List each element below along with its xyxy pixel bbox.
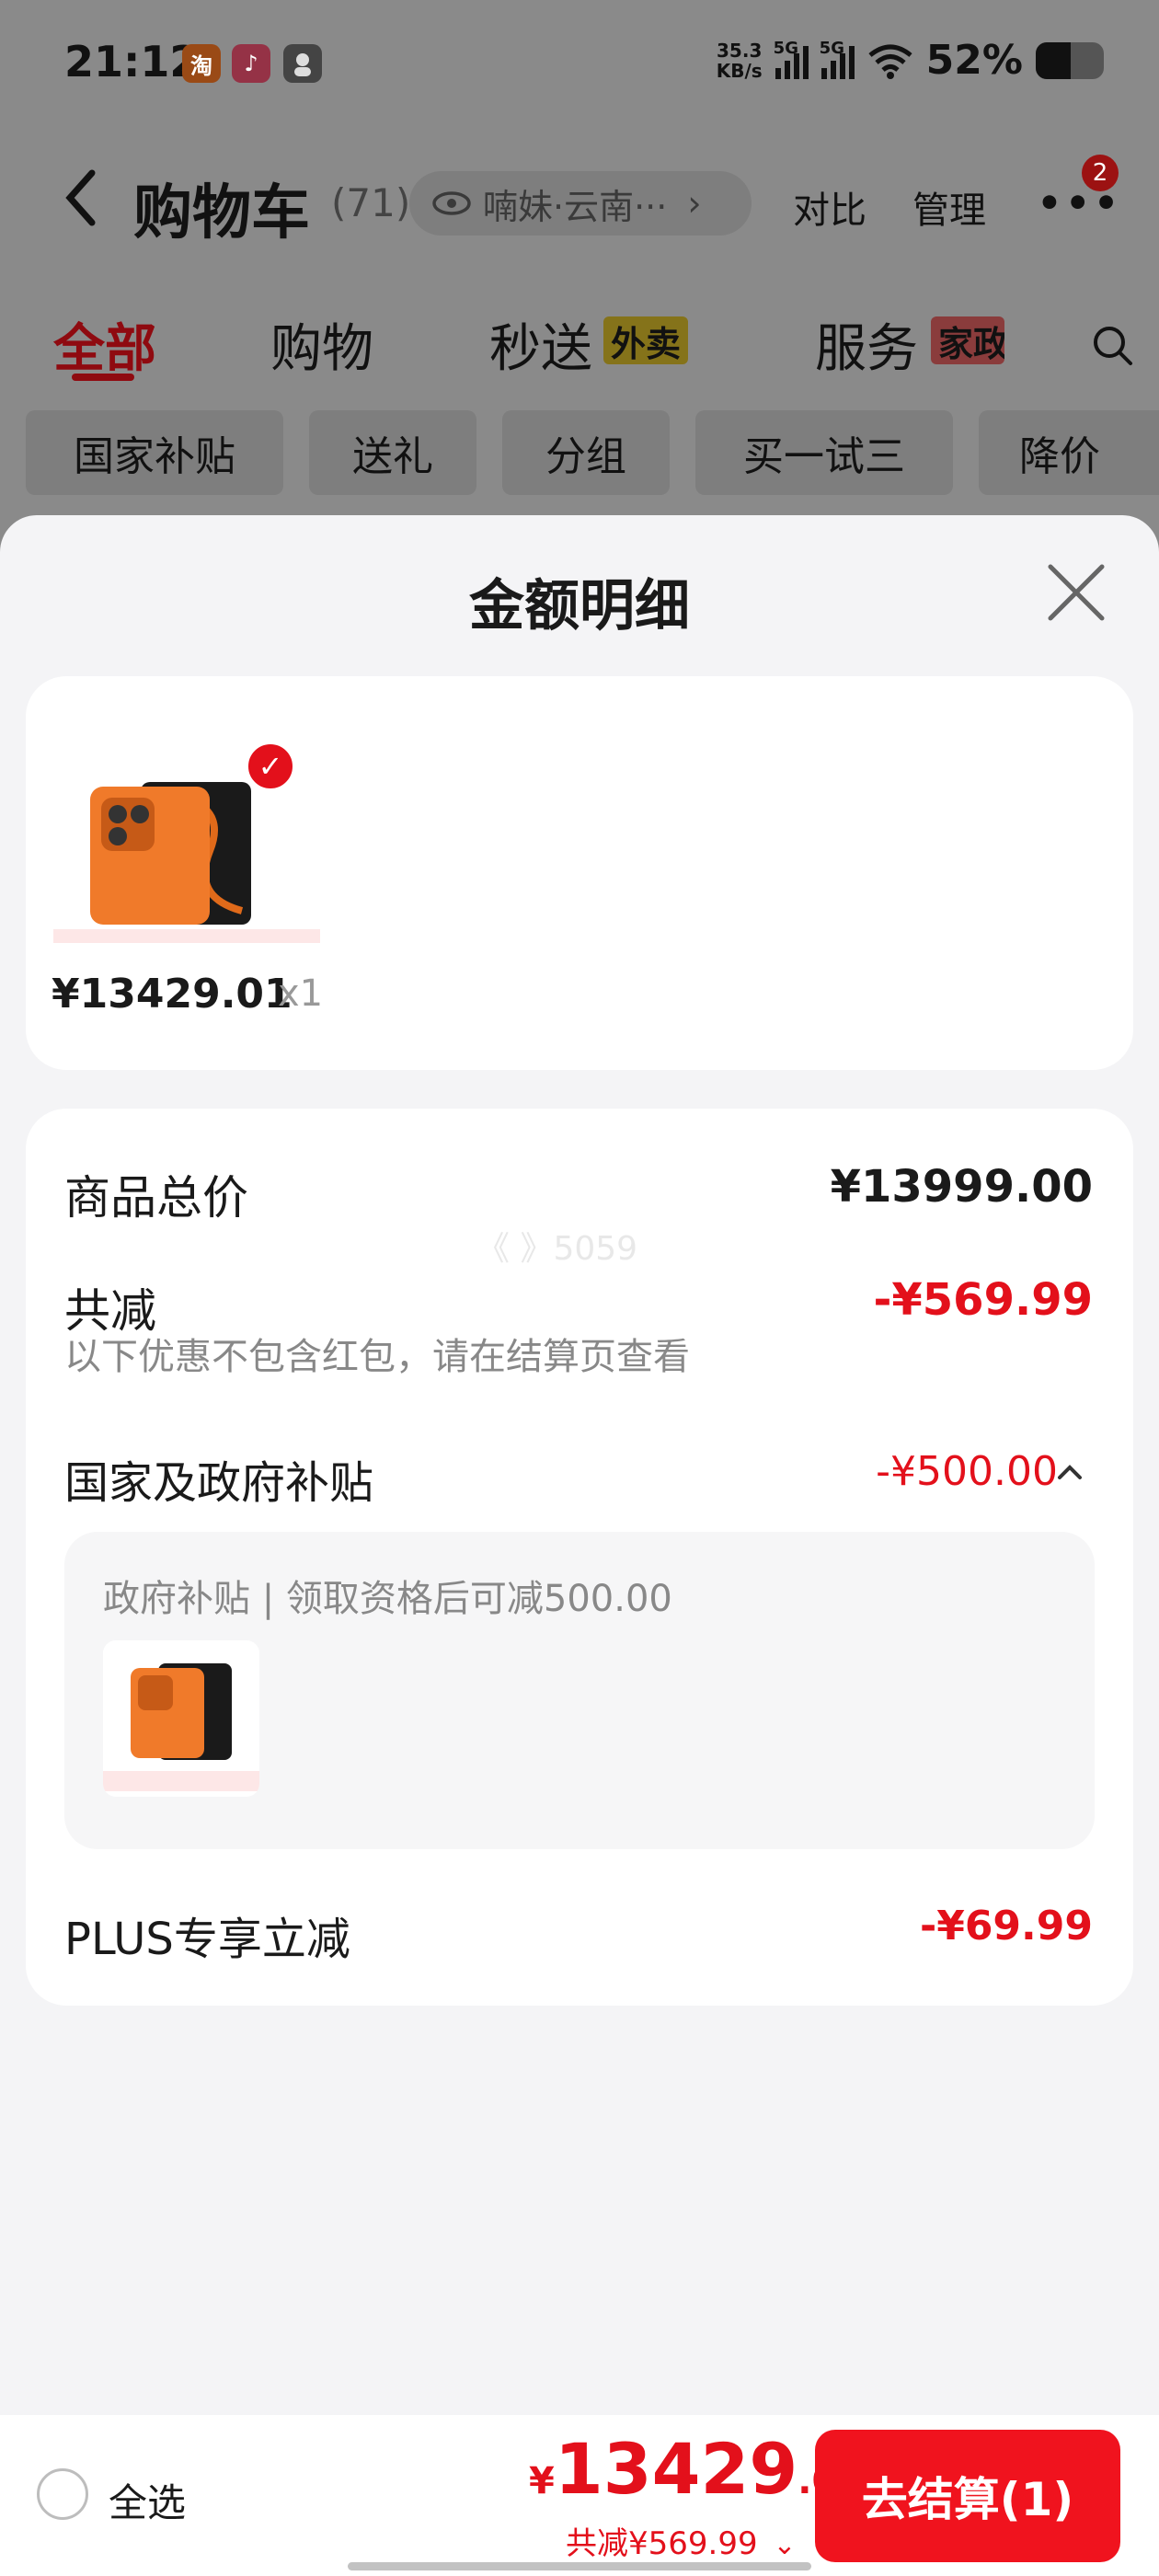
- signal-label: 5G: [773, 38, 798, 58]
- more-badge: 2: [1082, 155, 1119, 191]
- chip-gift[interactable]: 送礼: [309, 410, 476, 495]
- address-text: 喃妹·云南···: [483, 186, 668, 227]
- page-title: 购物车: [133, 179, 310, 247]
- battery-percent: 52%: [925, 37, 1023, 84]
- avatar-app-icon: [283, 44, 322, 83]
- tab-all[interactable]: 全部: [53, 307, 156, 382]
- net-speed: 35.3 KB/s: [717, 40, 763, 81]
- total-amount: ¥13429.01: [529, 2428, 863, 2510]
- total-discount[interactable]: 共减¥569.99 ⌄: [566, 2518, 797, 2563]
- tab-instant[interactable]: 秒送: [489, 307, 592, 382]
- subsidy-detail-box: 政府补贴 | 领取资格后可减500.00: [64, 1532, 1095, 1849]
- plus-discount-value: -¥69.99: [919, 1903, 1093, 1949]
- taobao-app-icon: 淘: [182, 44, 221, 83]
- select-all-label[interactable]: 全选: [109, 2472, 186, 2528]
- address-selector[interactable]: 喃妹·云南··· ›: [409, 171, 752, 236]
- close-icon[interactable]: [1039, 556, 1113, 629]
- product-quantity: x1: [278, 972, 324, 1015]
- eye-icon: [432, 191, 471, 215]
- wifi-icon: [868, 44, 912, 79]
- select-all-radio[interactable]: [37, 2468, 88, 2520]
- tab-shopping[interactable]: 购物: [270, 307, 373, 382]
- filter-chips: 国家补贴 送礼 分组 买一试三 降价: [0, 410, 1159, 495]
- home-indicator: [348, 2562, 811, 2570]
- search-icon[interactable]: [1091, 324, 1133, 366]
- chevron-right-icon: ›: [687, 183, 702, 224]
- manage-button[interactable]: 管理: [912, 180, 986, 234]
- signal-label-2: 5G: [819, 38, 844, 58]
- chip-national-subsidy[interactable]: 国家补贴: [26, 410, 283, 495]
- subsidy-value[interactable]: -¥500.00: [876, 1448, 1058, 1495]
- douyin-app-icon: ♪: [232, 44, 270, 83]
- net-speed-value: 35.3: [717, 39, 763, 62]
- status-right: 35.3 KB/s 5G 5G 52%: [717, 37, 1104, 84]
- subsidy-label: 国家及政府补贴: [64, 1457, 374, 1509]
- total-price-value: ¥13999.00: [830, 1161, 1093, 1213]
- signal-icon: 5G: [773, 38, 809, 79]
- product-card: ✓ ¥13429.01 x1: [26, 676, 1133, 1070]
- status-bar: 21:12 淘 ♪ 35.3 KB/s 5G 5G 52%: [0, 0, 1159, 129]
- subsidy-product-thumbnail: [103, 1640, 259, 1797]
- checkout-bar: 全选 ¥13429.01 共减¥569.99 ⌄ 去结算(1): [0, 2415, 1159, 2576]
- back-icon[interactable]: [63, 166, 99, 246]
- takeout-badge: 外卖: [603, 316, 689, 364]
- sheet-title: 金额明细: [469, 574, 690, 638]
- chevron-down-icon: ⌄: [773, 2529, 797, 2561]
- plus-discount-label: PLUS专享立减: [64, 1914, 350, 1965]
- battery-icon: [1036, 41, 1104, 79]
- total-integer: 13429: [554, 2428, 798, 2510]
- watermark: 《 》5059: [476, 1230, 638, 1268]
- cart-header: 购物车 (71) 喃妹·云南··· › 对比 管理 ••• 2: [0, 147, 1159, 258]
- discount-value: -¥569.99: [873, 1274, 1093, 1326]
- total-price-label: 商品总价: [64, 1171, 248, 1225]
- chip-price-drop[interactable]: 降价: [979, 410, 1159, 495]
- selected-check-icon[interactable]: ✓: [245, 741, 296, 792]
- total-currency: ¥: [529, 2460, 555, 2502]
- chip-try-three[interactable]: 买一试三: [695, 410, 953, 495]
- tab-service[interactable]: 服务: [815, 307, 918, 382]
- checkout-button[interactable]: 去结算(1): [815, 2430, 1120, 2562]
- cart-count: (71): [331, 180, 411, 225]
- status-time: 21:12: [64, 37, 200, 86]
- product-price: ¥13429.01: [52, 971, 293, 1018]
- discount-note: 以下优惠不包含红包，请在结算页查看: [64, 1336, 690, 1378]
- chip-group[interactable]: 分组: [502, 410, 670, 495]
- subsidy-detail-text: 政府补贴 | 领取资格后可减500.00: [103, 1578, 672, 1620]
- signal-icon-2: 5G: [819, 38, 855, 79]
- net-speed-unit: KB/s: [716, 59, 763, 82]
- total-discount-text: 共减¥569.99: [566, 2525, 758, 2562]
- compare-button[interactable]: 对比: [793, 180, 866, 234]
- tab-underline: [72, 374, 134, 381]
- category-tabs: 全部 购物 秒送 外卖 服务 家政: [0, 294, 1159, 386]
- chevron-up-icon[interactable]: [1056, 1463, 1084, 1481]
- housekeeping-badge: 家政: [931, 316, 1004, 364]
